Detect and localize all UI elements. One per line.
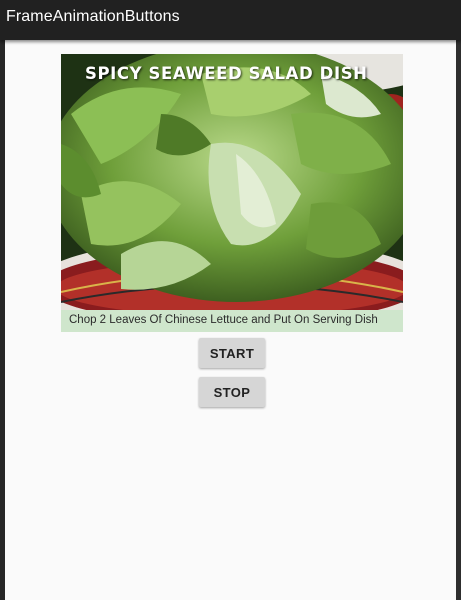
window-edge-right — [456, 40, 461, 600]
app-title: FrameAnimationButtons — [6, 8, 180, 25]
step-caption: Chop 2 Leaves Of Chinese Lettuce and Put… — [61, 310, 403, 332]
dish-title: SPICY SEAWEED SALAD DISH — [85, 64, 368, 83]
app-bar: FrameAnimationButtons — [0, 0, 461, 40]
start-button[interactable]: START — [199, 338, 265, 368]
animation-frame-image: SPICY SEAWEED SALAD DISH — [61, 54, 403, 310]
content-area: SPICY SEAWEED SALAD DISH Chop 2 Leaves O… — [5, 40, 456, 600]
stop-button[interactable]: STOP — [199, 377, 265, 407]
step-caption-text: Chop 2 Leaves Of Chinese Lettuce and Put… — [69, 314, 378, 326]
salad-photo — [61, 54, 403, 310]
